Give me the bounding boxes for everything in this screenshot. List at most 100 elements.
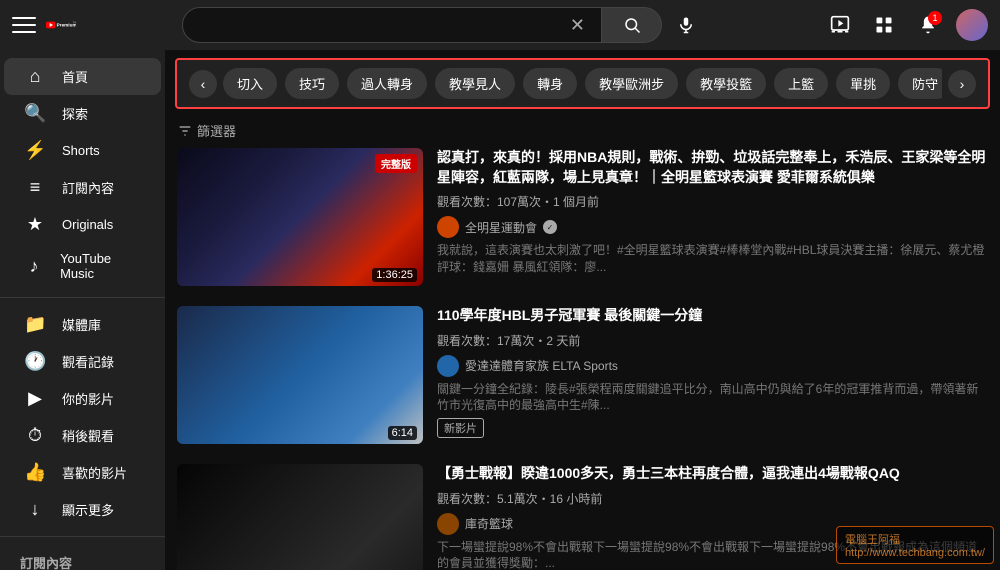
watermark-line2: http://www.techbang.com.tw/ xyxy=(845,547,985,559)
sidebar: ⌂ 首頁 🔍 探索 ⚡ Shorts ≡ 訂閱內容 ★ Originals ♪ … xyxy=(0,50,165,570)
sidebar-item-home[interactable]: ⌂ 首頁 xyxy=(4,58,161,95)
shorts-icon: ⚡ xyxy=(24,140,46,161)
filter-chip[interactable]: 過人轉身 xyxy=(347,68,427,99)
channel-row: 愛達達體育家族 ELTA Sports xyxy=(437,355,988,377)
video-title: 110學年度HBL男子冠軍賽 最後關鍵一分鐘 xyxy=(437,306,988,326)
video-description: 關鍵一分鐘全紀錄：陵長#張榮程兩度關鍵追平比分，南山高中仍與給了6年的冠軍推背而… xyxy=(437,381,988,415)
sidebar-item-show-more[interactable]: ↓ 顯示更多 xyxy=(4,491,161,528)
hamburger-menu[interactable] xyxy=(12,13,36,37)
watermark-line1: 電腦王阿福 xyxy=(845,531,985,547)
sidebar-item-watch-later[interactable]: ⏱ 稍後觀看 xyxy=(4,417,161,454)
filter-toggle[interactable]: 篩選器 xyxy=(177,121,236,140)
sidebar-item-library[interactable]: 📁 媒體庫 xyxy=(4,306,161,343)
sidebar-item-originals[interactable]: ★ Originals xyxy=(4,206,161,243)
thumb-overlay: 6:14 xyxy=(177,306,423,444)
sidebar-item-watch-later-label: 稍後觀看 xyxy=(62,426,114,445)
header: Premium TW 籃球 ✕ xyxy=(0,0,1000,50)
library-icon: 📁 xyxy=(24,314,46,335)
search-bar: 籃球 ✕ xyxy=(182,7,602,43)
filter-chips: 切入技巧過人轉身教學見人轉身教學歐洲步教學投籃上籃單挑防守規則運球Crossov… xyxy=(223,68,942,99)
subscriptions-icon: ≡ xyxy=(24,177,46,198)
filter-chip[interactable]: 技巧 xyxy=(285,68,339,99)
sidebar-item-history-label: 觀看記錄 xyxy=(62,352,114,371)
sidebar-item-your-videos[interactable]: ▶ 你的影片 xyxy=(4,380,161,417)
sidebar-item-originals-label: Originals xyxy=(62,217,113,232)
music-icon: ♪ xyxy=(24,256,44,277)
channel-avatar xyxy=(437,355,459,377)
sidebar-item-music-label: YouTube Music xyxy=(60,251,141,281)
main-layout: ⌂ 首頁 🔍 探索 ⚡ Shorts ≡ 訂閱內容 ★ Originals ♪ … xyxy=(0,50,1000,570)
video-badge: 完整版 xyxy=(375,154,417,173)
video-item[interactable]: 6:14 110學年度HBL男子冠軍賽 最後關鍵一分鐘 觀看次數：17萬次・2 … xyxy=(177,306,988,444)
sidebar-item-explore[interactable]: 🔍 探索 xyxy=(4,95,161,132)
search-container: 籃球 ✕ xyxy=(182,7,702,43)
filter-chip[interactable]: 教學見人 xyxy=(435,68,515,99)
mic-icon xyxy=(677,16,695,34)
video-thumbnail: 完整版 1:36:25 xyxy=(177,148,423,286)
sidebar-item-library-label: 媒體庫 xyxy=(62,315,101,334)
video-meta: 觀看次數：107萬次・1 個月前 xyxy=(437,193,988,210)
filter-chip[interactable]: 單挑 xyxy=(836,68,890,99)
video-title: 認真打，來真的！採用NBA規則，戰術、拚勁、垃圾話完整奉上，禾浩辰、王家梁等全明… xyxy=(437,148,988,187)
explore-icon: 🔍 xyxy=(24,103,46,124)
your-videos-icon: ▶ xyxy=(24,388,46,409)
video-meta: 觀看次數：17萬次・2 天前 xyxy=(437,332,988,349)
video-thumbnail: 6:14 xyxy=(177,306,423,444)
sidebar-item-shorts[interactable]: ⚡ Shorts xyxy=(4,132,161,169)
filter-chip[interactable]: 轉身 xyxy=(523,68,577,99)
filter-next-button[interactable]: › xyxy=(948,70,976,98)
notification-badge: 1 xyxy=(928,11,942,25)
originals-icon: ★ xyxy=(24,214,46,235)
watermark: 電腦王阿福 http://www.techbang.com.tw/ xyxy=(836,526,994,564)
history-icon: 🕐 xyxy=(24,351,46,372)
thumb-overlay: 完整版 1:36:25 xyxy=(177,148,423,286)
sidebar-item-subscriptions-label: 訂閱內容 xyxy=(62,178,114,197)
upload-icon xyxy=(830,15,850,35)
apps-button[interactable] xyxy=(868,9,900,41)
sidebar-divider-2 xyxy=(0,536,165,537)
svg-text:TW: TW xyxy=(73,21,76,25)
clear-search-icon[interactable]: ✕ xyxy=(570,15,585,36)
home-icon: ⌂ xyxy=(24,66,46,87)
filter-icon xyxy=(177,123,193,139)
video-thumbnail: 8:10 xyxy=(177,464,423,570)
mic-button[interactable] xyxy=(670,9,702,41)
sidebar-item-music[interactable]: ♪ YouTube Music xyxy=(4,243,161,289)
youtube-logo-icon: Premium TW xyxy=(46,15,76,35)
search-icon xyxy=(623,16,641,34)
watermark-box: 電腦王阿福 http://www.techbang.com.tw/ xyxy=(836,526,994,564)
video-meta: 觀看次數：5.1萬次・16 小時前 xyxy=(437,490,988,507)
sidebar-item-liked[interactable]: 👍 喜歡的影片 xyxy=(4,454,161,491)
logo[interactable]: Premium TW xyxy=(46,15,76,35)
channel-name: 庫奇籃球 xyxy=(465,515,513,532)
channel-name: 全明星運動會 xyxy=(465,219,537,236)
search-button[interactable] xyxy=(602,7,662,43)
content-area: ‹ 切入技巧過人轉身教學見人轉身教學歐洲步教學投籃上籃單挑防守規則運球Cross… xyxy=(165,50,1000,570)
sidebar-item-history[interactable]: 🕐 觀看記錄 xyxy=(4,343,161,380)
filter-row: 篩選器 xyxy=(165,117,1000,148)
verified-badge: ✓ xyxy=(543,220,557,234)
video-title: 【勇士戰報】睽違1000多天，勇士三本柱再度合體，逼我連出4場戰報QAQ xyxy=(437,464,988,484)
notifications-button[interactable]: 1 xyxy=(912,9,944,41)
sidebar-item-your-videos-label: 你的影片 xyxy=(62,389,114,408)
liked-icon: 👍 xyxy=(24,462,46,483)
upload-button[interactable] xyxy=(824,9,856,41)
avatar[interactable] xyxy=(956,9,988,41)
filter-chip[interactable]: 教學歐洲步 xyxy=(585,68,678,99)
search-input[interactable]: 籃球 xyxy=(199,17,570,34)
filter-chip[interactable]: 上籃 xyxy=(774,68,828,99)
sidebar-item-explore-label: 探索 xyxy=(62,104,88,123)
header-left: Premium TW xyxy=(12,13,172,37)
sidebar-divider-1 xyxy=(0,297,165,298)
video-info: 認真打，來真的！採用NBA規則，戰術、拚勁、垃圾話完整奉上，禾浩辰、王家梁等全明… xyxy=(437,148,988,286)
sidebar-item-liked-label: 喜歡的影片 xyxy=(62,463,127,482)
filter-prev-button[interactable]: ‹ xyxy=(189,70,217,98)
video-list: 完整版 1:36:25 認真打，來真的！採用NBA規則，戰術、拚勁、垃圾話完整奉… xyxy=(165,148,1000,570)
channel-avatar xyxy=(437,513,459,535)
filter-chip[interactable]: 防守 xyxy=(898,68,942,99)
sidebar-item-subscriptions[interactable]: ≡ 訂閱內容 xyxy=(4,169,161,206)
filter-label-text: 篩選器 xyxy=(197,121,236,140)
filter-chip[interactable]: 教學投籃 xyxy=(686,68,766,99)
filter-chip[interactable]: 切入 xyxy=(223,68,277,99)
video-item[interactable]: 完整版 1:36:25 認真打，來真的！採用NBA規則，戰術、拚勁、垃圾話完整奉… xyxy=(177,148,988,286)
